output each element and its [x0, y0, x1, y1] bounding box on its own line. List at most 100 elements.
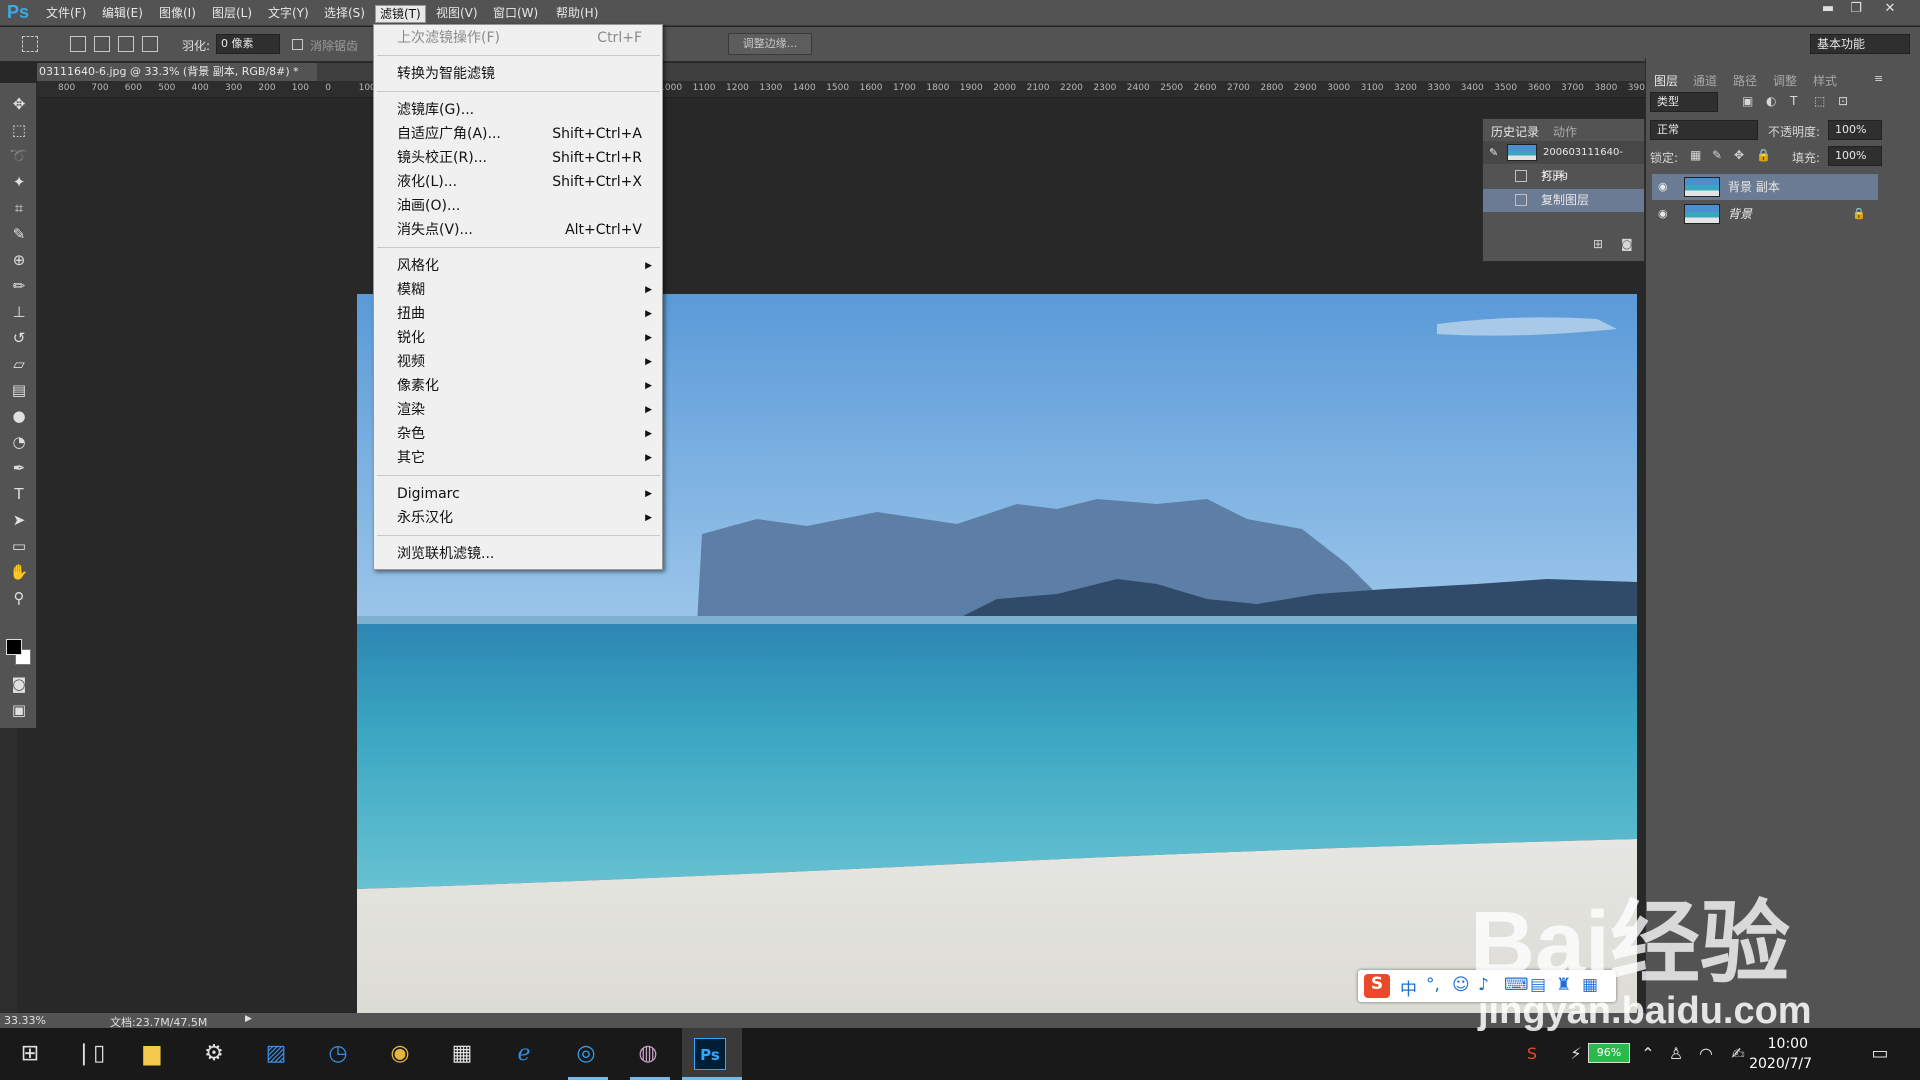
magic-wand-icon[interactable]: ✦ [8, 171, 30, 193]
sogou-logo-icon[interactable]: S [1364, 974, 1390, 998]
brush-tool-icon[interactable]: ✏ [8, 275, 30, 297]
menu-item-lens-correction[interactable]: 镜头校正(R)... Shift+Ctrl+R [374, 147, 662, 170]
store-icon[interactable]: ▦ [446, 1038, 478, 1070]
menu-item-sharpen[interactable]: 锐化 ▶ [374, 327, 662, 350]
wifi-icon[interactable]: ◠ [1690, 1038, 1722, 1070]
eyedropper-icon[interactable]: ✎ [8, 223, 30, 245]
zoom-tool-icon[interactable]: ⚲ [8, 587, 30, 609]
history-snapshot[interactable]: ✎ 200603111640-6.jpg [1483, 141, 1644, 181]
menu-item-pixelate[interactable]: 像素化 ▶ [374, 375, 662, 398]
menu-item-noise[interactable]: 杂色 ▶ [374, 423, 662, 446]
menu-item-adaptive-wide-angle[interactable]: 自适应广角(A)... Shift+Ctrl+A [374, 123, 662, 146]
camera-icon[interactable]: ◙ [1621, 237, 1633, 251]
quick-mask-icon[interactable]: ◙ [8, 673, 30, 695]
ie-icon[interactable]: ℯ [508, 1038, 540, 1070]
move-tool-icon[interactable]: ✥ [8, 93, 30, 115]
shape-tool-icon[interactable]: ▭ [8, 535, 30, 557]
menu-layer[interactable]: 图层(L) [208, 5, 256, 23]
photos-icon[interactable]: ▨ [260, 1038, 292, 1070]
tab-channels[interactable]: 通道 [1693, 72, 1717, 89]
visibility-eye-icon[interactable]: ◉ [1658, 174, 1668, 200]
taskbar-time[interactable]: 10:00 [1768, 1036, 1808, 1052]
photoshop-taskbar-icon[interactable]: Ps [694, 1038, 726, 1070]
filter-smart-icon[interactable]: ⊡ [1838, 94, 1848, 108]
history-brush-icon[interactable]: ↺ [8, 327, 30, 349]
blend-mode-select[interactable]: 正常 [1650, 120, 1758, 140]
menu-item-blur[interactable]: 模糊 ▶ [374, 279, 662, 302]
lock-brush-icon[interactable]: ✎ [1712, 148, 1722, 162]
status-arrow-icon[interactable]: ▶ [245, 1014, 252, 1024]
menu-item-other[interactable]: 其它 ▶ [374, 447, 662, 470]
opacity-input[interactable]: 100% [1828, 120, 1882, 140]
canvas-area[interactable] [37, 98, 1645, 1014]
battery-indicator[interactable]: 96% [1588, 1043, 1630, 1063]
layer-row[interactable]: ◉ 背景 副本 [1652, 174, 1878, 200]
taskbar-date[interactable]: 2020/7/7 [1749, 1056, 1812, 1072]
marquee-tool-icon[interactable]: ⬚ [8, 119, 30, 141]
menu-image[interactable]: 图像(I) [155, 5, 200, 23]
layer-filter-select[interactable]: 类型 [1650, 92, 1718, 112]
eraser-tool-icon[interactable]: ▱ [8, 353, 30, 375]
menu-item-browse-online[interactable]: 浏览联机滤镜... [374, 543, 662, 566]
notification-icon[interactable]: ▭ [1864, 1038, 1896, 1070]
tab-adjustments[interactable]: 调整 [1773, 72, 1797, 89]
layer-row[interactable]: ◉ 背景 🔒 [1652, 201, 1878, 227]
lock-transparent-icon[interactable]: ▦ [1690, 148, 1701, 162]
menu-filter[interactable]: 滤镜(T) [375, 5, 426, 23]
tab-history[interactable]: 历史记录 [1491, 123, 1539, 140]
menu-item-oil-paint[interactable]: 油画(O)... [374, 195, 662, 218]
menu-item-convert-smart-filter[interactable]: 转换为智能滤镜 [374, 63, 662, 86]
path-select-icon[interactable]: ➤ [8, 509, 30, 531]
menu-item-distort[interactable]: 扭曲 ▶ [374, 303, 662, 326]
panel-menu-icon[interactable]: ≡ [1874, 72, 1883, 85]
menu-select[interactable]: 选择(S) [320, 5, 369, 23]
screen-mode-icon[interactable]: ▣ [8, 699, 30, 721]
blur-tool-icon[interactable]: ● [8, 405, 30, 427]
tab-actions[interactable]: 动作 [1553, 123, 1577, 140]
menu-edit[interactable]: 编辑(E) [98, 5, 147, 23]
new-selection-icon[interactable] [70, 36, 86, 52]
clock-app-icon[interactable]: ◷ [322, 1038, 354, 1070]
restore-icon[interactable]: ❐ [1842, 0, 1870, 20]
feather-input[interactable]: 0 像素 [216, 34, 280, 54]
sogou-tray-icon[interactable]: S [1516, 1038, 1548, 1070]
type-tool-icon[interactable]: T [8, 483, 30, 505]
ime-mode[interactable]: 中 [1400, 975, 1417, 1000]
chrome-icon[interactable]: ◉ [384, 1038, 416, 1070]
menu-item-vanishing-point[interactable]: 消失点(V)... Alt+Ctrl+V [374, 219, 662, 242]
task-view-icon[interactable]: ❘▯ [74, 1038, 106, 1070]
add-selection-icon[interactable] [94, 36, 110, 52]
file-explorer-icon[interactable]: ▆ [136, 1038, 168, 1070]
menu-item-stylize[interactable]: 风格化 ▶ [374, 255, 662, 278]
filter-pixel-icon[interactable]: ▣ [1742, 94, 1753, 108]
menu-type[interactable]: 文字(Y) [264, 5, 313, 23]
filter-adjust-icon[interactable]: ◐ [1766, 94, 1776, 108]
emoji-icon[interactable]: ☺ [1452, 975, 1470, 995]
minimize-icon[interactable]: ▬ [1814, 0, 1842, 20]
gradient-tool-icon[interactable]: ▤ [8, 379, 30, 401]
visibility-eye-icon[interactable]: ◉ [1658, 201, 1668, 227]
menu-item-filter-gallery[interactable]: 滤镜库(G)... [374, 99, 662, 122]
dodge-tool-icon[interactable]: ◔ [8, 431, 30, 453]
history-step[interactable]: 打开 [1483, 165, 1644, 188]
intersect-selection-icon[interactable] [142, 36, 158, 52]
marquee-tool-icon[interactable] [22, 36, 38, 52]
media-app-icon[interactable]: ◍ [632, 1038, 664, 1070]
pen-tool-icon[interactable]: ✒ [8, 457, 30, 479]
punctuation-icon[interactable]: °, [1426, 975, 1440, 995]
close-icon[interactable]: ✕ [1876, 0, 1904, 20]
healing-brush-icon[interactable]: ⊕ [8, 249, 30, 271]
browser-q-icon[interactable]: ◎ [570, 1038, 602, 1070]
history-step[interactable]: 复制图层 [1483, 189, 1644, 212]
zoom-level[interactable]: 33.33% [4, 1014, 46, 1027]
fill-input[interactable]: 100% [1828, 146, 1882, 166]
filter-shape-icon[interactable]: ⬚ [1814, 94, 1825, 108]
lasso-tool-icon[interactable]: ➰ [8, 145, 30, 167]
qq-tray-icon[interactable]: ♙ [1660, 1038, 1692, 1070]
workspace-select[interactable]: 基本功能 [1810, 34, 1910, 54]
menu-item-video[interactable]: 视频 ▶ [374, 351, 662, 374]
lock-all-icon[interactable]: 🔒 [1756, 148, 1771, 162]
crop-tool-icon[interactable]: ⌗ [8, 197, 30, 219]
foreground-color-swatch[interactable] [6, 639, 22, 655]
antialias-checkbox[interactable] [292, 39, 303, 50]
